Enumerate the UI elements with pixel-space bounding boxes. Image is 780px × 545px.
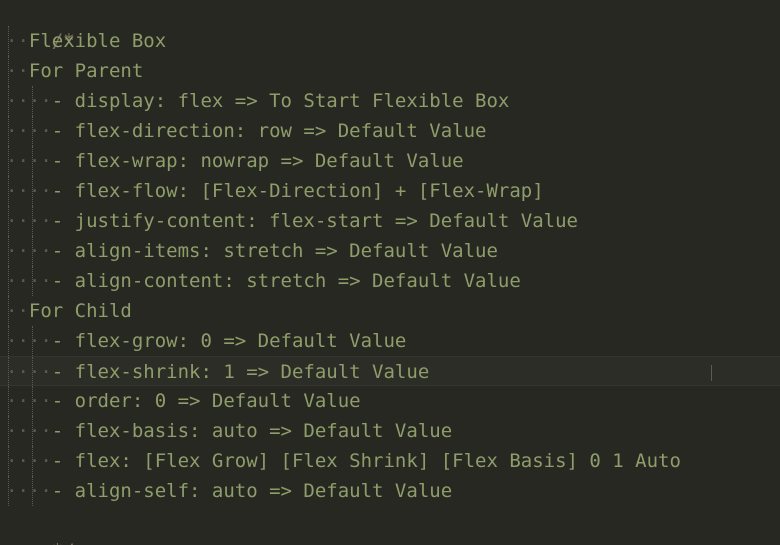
code-text: For Parent <box>28 60 144 82</box>
indent-guide <box>8 206 9 236</box>
indent-guide <box>8 446 9 476</box>
indent-guide <box>8 416 9 446</box>
code-line[interactable]: ····- flex-wrap: nowrap => Default Value <box>0 146 780 176</box>
indent-guide <box>32 266 33 296</box>
indent-guide <box>8 146 9 176</box>
code-text: - flex-direction: row => Default Value <box>51 120 487 142</box>
code-text: Flexible Box <box>28 30 167 52</box>
indent-guide <box>32 86 33 116</box>
indent-guide <box>32 146 33 176</box>
indent-guide <box>32 416 33 446</box>
code-text: - flex: [Flex Grow] [Flex Shrink] [Flex … <box>51 450 681 472</box>
code-editor[interactable]: /* ··Flexible Box ··For Parent ····- displ… <box>0 0 780 545</box>
code-line[interactable]: ····- justify-content: flex-start => Def… <box>0 206 780 236</box>
comment-open-line[interactable]: /* <box>0 0 780 52</box>
code-text: - flex-shrink: 1 => Default Value <box>51 361 430 383</box>
code-text: - flex-basis: auto => Default Value <box>51 420 453 442</box>
code-line[interactable]: ····- flex-direction: row => Default Val… <box>0 116 780 146</box>
code-line[interactable]: ····- align-self: auto => Default Value <box>0 476 780 506</box>
code-line[interactable]: ····- align-items: stretch => Default Va… <box>0 236 780 266</box>
indent-guide <box>8 357 9 387</box>
indent-whitespace: ·· <box>6 300 29 322</box>
code-line[interactable]: ····- flex: [Flex Grow] [Flex Shrink] [F… <box>0 446 780 476</box>
indent-guide <box>8 326 9 356</box>
indent-guide <box>8 116 9 146</box>
code-line[interactable]: ··For Child <box>0 296 780 326</box>
code-text: - flex-wrap: nowrap => Default Value <box>51 150 464 172</box>
indent-guide <box>32 357 33 387</box>
indent-guide <box>8 476 9 506</box>
comment-close-line[interactable]: */ <box>0 506 780 545</box>
indent-whitespace: ·· <box>6 30 29 52</box>
code-line[interactable]: ····- flex-flow: [Flex-Direction] + [Fle… <box>0 176 780 206</box>
code-text: - display: flex => To Start Flexible Box <box>51 90 510 112</box>
indent-guide <box>32 476 33 506</box>
indent-guide <box>8 86 9 116</box>
indent-guide <box>8 176 9 206</box>
indent-guide <box>32 386 33 416</box>
indent-guide <box>8 296 9 326</box>
code-line[interactable]: ··Flexible Box <box>0 26 780 56</box>
code-text: For Child <box>28 300 132 322</box>
code-text: - align-content: stretch => Default Valu… <box>51 270 521 292</box>
indent-whitespace: ·· <box>6 60 29 82</box>
indent-guide <box>32 116 33 146</box>
code-line[interactable]: ····- flex-shrink: 1 => Default Value <box>0 356 780 387</box>
indent-guide <box>8 26 9 56</box>
indent-guide <box>32 176 33 206</box>
code-line[interactable]: ····- align-content: stretch => Default … <box>0 266 780 296</box>
text-cursor <box>711 365 712 381</box>
indent-guide <box>32 206 33 236</box>
indent-guide <box>8 56 9 86</box>
code-text: - order: 0 => Default Value <box>51 390 361 412</box>
code-line[interactable]: ··For Parent <box>0 56 780 86</box>
code-text: - flex-flow: [Flex-Direction] + [Flex-Wr… <box>51 180 544 202</box>
indent-guide <box>8 386 9 416</box>
indent-guide <box>32 326 33 356</box>
code-line[interactable]: ····- display: flex => To Start Flexible… <box>0 86 780 116</box>
code-text: - justify-content: flex-start => Default… <box>51 210 578 232</box>
code-text: - flex-grow: 0 => Default Value <box>51 330 407 352</box>
indent-guide <box>32 446 33 476</box>
comment-close-marker: */ <box>46 540 75 545</box>
indent-guide <box>8 266 9 296</box>
indent-guide <box>32 236 33 266</box>
code-line[interactable]: ····- flex-grow: 0 => Default Value <box>0 326 780 356</box>
code-line[interactable]: ····- flex-basis: auto => Default Value <box>0 416 780 446</box>
code-text: - align-items: stretch => Default Value <box>51 240 498 262</box>
indent-guide <box>8 236 9 266</box>
code-text: - align-self: auto => Default Value <box>51 480 453 502</box>
code-line[interactable]: ····- order: 0 => Default Value <box>0 386 780 416</box>
